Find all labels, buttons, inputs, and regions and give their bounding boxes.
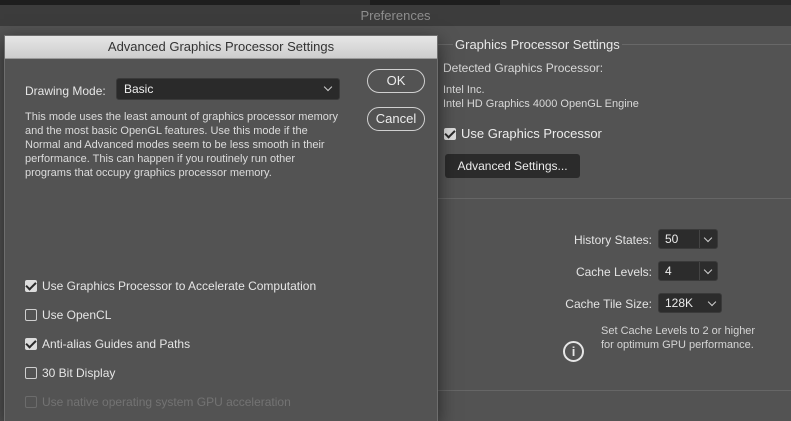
cancel-button[interactable]: Cancel [367, 107, 425, 131]
checkbox-checked-icon[interactable] [444, 127, 456, 140]
checkbox-disabled-icon [25, 395, 37, 408]
history-states-field[interactable]: 50 [658, 229, 718, 249]
divider [432, 390, 791, 391]
info-icon: i [563, 341, 584, 362]
history-states-label: History States: [573, 233, 652, 247]
cache-tile-size-dropdown[interactable] [704, 294, 721, 312]
checkbox-checked-icon[interactable] [25, 279, 37, 292]
checkbox-unchecked-icon[interactable] [25, 308, 37, 321]
cache-levels-field[interactable]: 4 [658, 261, 718, 281]
cache-tile-size-label: Cache Tile Size: [565, 297, 652, 311]
cache-levels-value[interactable]: 4 [665, 262, 672, 280]
checkbox-unchecked-icon[interactable] [25, 366, 37, 379]
advanced-gpu-settings-dialog: Advanced Graphics Processor Settings Dra… [4, 35, 438, 421]
drawing-mode-value[interactable]: Basic [124, 82, 153, 96]
checkbox-checked-icon[interactable] [25, 337, 37, 350]
option-label: Anti-alias Guides and Paths [42, 337, 191, 351]
option-use-opencl[interactable]: Use OpenCL [25, 308, 111, 322]
history-states-value[interactable]: 50 [665, 230, 678, 248]
option-anti-alias[interactable]: Anti-alias Guides and Paths [25, 337, 190, 351]
use-gpu-checkbox[interactable]: Use Graphics Processor [444, 126, 602, 141]
gpu-group-title: Graphics Processor Settings [453, 37, 622, 52]
use-gpu-label: Use Graphics Processor [461, 126, 602, 141]
gpu-engine: Intel HD Graphics 4000 OpenGL Engine [443, 98, 639, 110]
chevron-down-icon [707, 297, 717, 307]
option-accelerate-computation[interactable]: Use Graphics Processor to Accelerate Com… [25, 279, 316, 293]
cache-levels-dropdown[interactable] [699, 262, 717, 280]
option-label: Use native operating system GPU accelera… [42, 395, 291, 409]
drawing-mode-select[interactable]: Basic [116, 78, 340, 100]
drawing-mode-description: This mode uses the least amount of graph… [25, 111, 339, 179]
cache-hint-line: for optimum GPU performance. [601, 339, 754, 351]
option-label: 30 Bit Display [42, 366, 116, 380]
dialog-title: Advanced Graphics Processor Settings [5, 36, 437, 59]
cache-hint-line: Set Cache Levels to 2 or higher [601, 325, 756, 337]
cache-hint: Set Cache Levels to 2 or higher for opti… [601, 324, 755, 352]
option-native-gpu-acceleration: Use native operating system GPU accelera… [25, 395, 291, 409]
history-states-dropdown[interactable] [699, 230, 717, 248]
option-label: Use OpenCL [42, 308, 112, 322]
history-cache-group [432, 198, 791, 391]
chevron-down-icon [703, 265, 713, 275]
cache-tile-size-value[interactable]: 128K [665, 294, 693, 312]
ok-button[interactable]: OK [367, 69, 425, 93]
gpu-vendor: Intel Inc. [443, 84, 485, 96]
drawing-mode-label: Drawing Mode: [25, 84, 106, 98]
option-30-bit-display[interactable]: 30 Bit Display [25, 366, 115, 380]
chevron-down-icon [323, 82, 333, 92]
cache-levels-label: Cache Levels: [575, 265, 652, 279]
advanced-settings-button[interactable]: Advanced Settings... [445, 154, 580, 178]
chevron-down-icon [703, 233, 713, 243]
option-label: Use Graphics Processor to Accelerate Com… [42, 279, 317, 293]
preferences-title: Preferences [0, 5, 791, 27]
cache-tile-size-select[interactable]: 128K [658, 293, 722, 313]
detected-gpu-label: Detected Graphics Processor: [443, 61, 604, 75]
